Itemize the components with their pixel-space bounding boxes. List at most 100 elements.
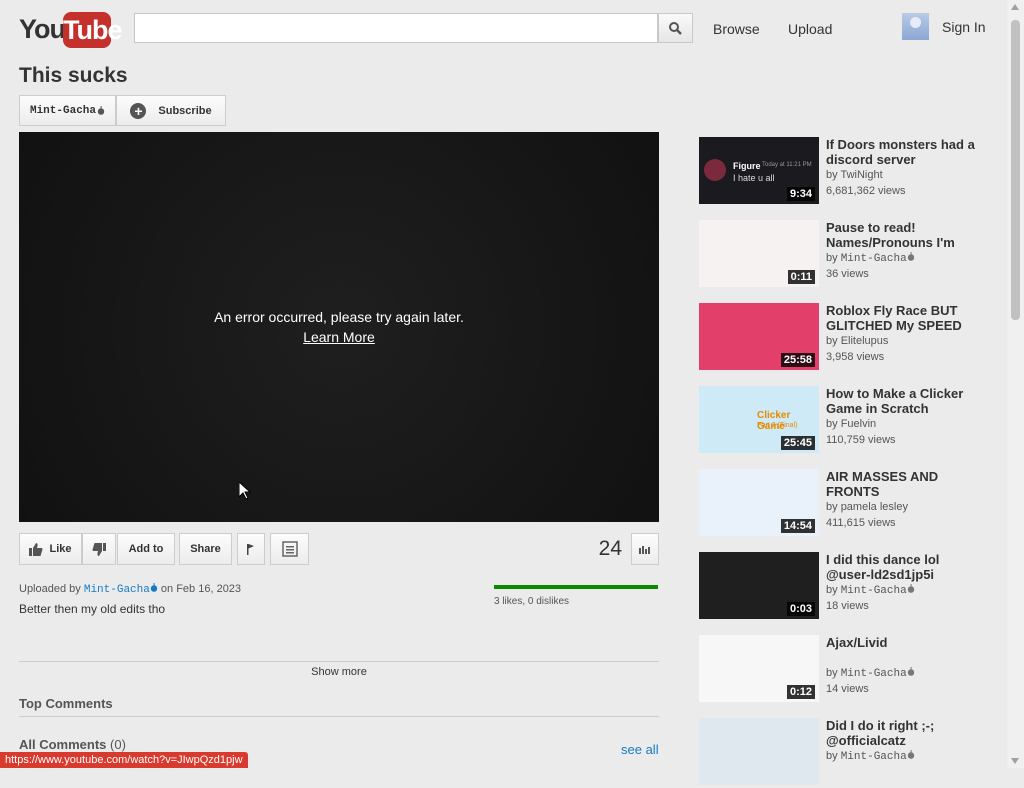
channel-button[interactable]: Mint-Gacha [19, 95, 116, 126]
by-prefix: by [826, 750, 838, 762]
transcript-button[interactable] [270, 533, 309, 565]
sign-in-link[interactable]: Sign In [942, 19, 986, 35]
likes-dislikes-text: 3 likes, 0 dislikes [494, 596, 570, 607]
verified-apple-icon [907, 584, 914, 593]
see-all-link[interactable]: see all [621, 742, 659, 757]
channel-name[interactable]: Mint-Gacha [841, 585, 907, 597]
channel-name[interactable]: Mint-Gacha [841, 751, 907, 763]
by-prefix: by [826, 501, 838, 513]
video-thumbnail[interactable]: Clicker Game Part 2 (Final) 25:45 [699, 386, 819, 453]
page-scrollbar[interactable] [1007, 0, 1024, 768]
by-prefix: by [826, 169, 838, 181]
related-video-channel: by Fuelvin [826, 418, 876, 430]
scroll-up-icon[interactable] [1011, 4, 1019, 10]
search-input[interactable] [135, 14, 657, 42]
verified-apple-icon [97, 106, 105, 115]
video-thumbnail[interactable]: 14:54 [699, 469, 819, 536]
scrollbar-thumb[interactable] [1011, 20, 1020, 320]
comment-count: (0) [110, 737, 126, 752]
video-thumbnail[interactable]: 0:12 [699, 635, 819, 702]
thumbnail-avatar [704, 159, 726, 181]
related-video-title[interactable]: Roblox Fly Race BUT GLITCHED My SPEED [826, 303, 976, 333]
related-video-views: 18 views [826, 600, 869, 612]
related-video-item[interactable]: Figure Today at 11:21 PM I hate u all 9:34 I… [699, 137, 999, 207]
related-video-item[interactable]: 14:54 AIR MASSES AND FRONTS by pamela lesl… [699, 469, 999, 539]
stats-button[interactable] [631, 533, 659, 565]
related-video-title[interactable]: How to Make a Clicker Game in Scratch [826, 386, 976, 416]
channel-name[interactable]: Fuelvin [841, 418, 876, 430]
channel-name[interactable]: Mint-Gacha [841, 668, 907, 680]
related-video-title[interactable]: If Doors monsters had a discord server [826, 137, 976, 167]
video-thumbnail[interactable] [699, 718, 819, 785]
channel-name[interactable]: pamela lesley [841, 501, 908, 513]
search-button[interactable] [658, 13, 693, 43]
related-video-title[interactable]: I did this dance lol @user-ld2sd1jp5i [826, 552, 976, 582]
video-duration: 25:45 [780, 436, 815, 450]
by-prefix: by [826, 667, 838, 679]
related-video-channel: by Mint-Gacha [826, 667, 915, 680]
channel-name[interactable]: Elitelupus [841, 335, 889, 347]
like-label: Like [49, 543, 72, 555]
like-ratio-bar [494, 585, 658, 589]
uploader-link[interactable]: Mint-Gacha [84, 584, 150, 596]
video-duration: 9:34 [786, 187, 815, 201]
video-duration: 0:12 [786, 685, 815, 699]
upload-link[interactable]: Upload [788, 21, 832, 37]
upload-info: Uploaded by Mint-Gacha on Feb 16, 2023 [19, 583, 241, 596]
related-video-item[interactable]: 0:03 I did this dance lol @user-ld2sd1jp5… [699, 552, 999, 622]
related-video-views: 6,681,362 views [826, 185, 906, 197]
logo-you-text: You [19, 14, 66, 44]
search-box[interactable] [134, 13, 658, 43]
flag-button[interactable] [237, 533, 265, 565]
related-video-item[interactable]: 0:12 Ajax/Livid by Mint-Gacha 14 views [699, 635, 999, 705]
verified-apple-icon [907, 750, 914, 759]
dislike-button[interactable] [82, 533, 116, 565]
scroll-down-icon[interactable] [1011, 758, 1019, 764]
uploaded-by-prefix: Uploaded by [19, 583, 81, 595]
related-video-title[interactable]: AIR MASSES AND FRONTS [826, 469, 976, 499]
related-video-item[interactable]: Did I do it right ;-; @officialcatz by Mi… [699, 718, 999, 788]
subscribe-button[interactable]: + Subscribe [116, 95, 226, 126]
learn-more-link[interactable]: Learn More [19, 329, 659, 345]
video-duration: 0:03 [786, 602, 815, 616]
description-fade [19, 615, 659, 663]
related-video-item[interactable]: 0:11 Pause to read! Names/Pronouns I'm by … [699, 220, 999, 290]
video-thumbnail[interactable]: 25:58 [699, 303, 819, 370]
related-video-channel: by Mint-Gacha [826, 252, 915, 265]
by-prefix: by [826, 252, 838, 264]
related-video-views: 3,958 views [826, 351, 885, 363]
related-video-title[interactable]: Pause to read! Names/Pronouns I'm [826, 220, 976, 250]
youtube-logo[interactable]: You Tube [19, 12, 123, 48]
video-duration: 25:58 [780, 353, 815, 367]
show-more-button[interactable]: Show more [19, 666, 659, 678]
all-comments-heading: All Comments (0) [19, 737, 126, 752]
channel-name[interactable]: Mint-Gacha [841, 253, 907, 265]
video-thumbnail[interactable]: 0:11 [699, 220, 819, 287]
video-title: This sucks [19, 64, 128, 87]
related-video-item[interactable]: 25:58 Roblox Fly Race BUT GLITCHED My SPE… [699, 303, 999, 373]
channel-name[interactable]: TwiNight [840, 169, 882, 181]
video-duration: 0:11 [787, 270, 815, 284]
channel-name: Mint-Gacha [29, 104, 96, 117]
related-video-title[interactable]: Did I do it right ;-; @officialcatz [826, 718, 976, 748]
share-button[interactable]: Share [179, 533, 232, 565]
verified-apple-icon [150, 583, 158, 592]
transcript-icon [281, 541, 298, 557]
related-video-item[interactable]: Clicker Game Part 2 (Final) 25:45 How to Ma… [699, 386, 999, 456]
thumbnail-text: Figure [733, 161, 761, 171]
add-to-button[interactable]: Add to [117, 533, 175, 565]
video-thumbnail[interactable]: 0:03 [699, 552, 819, 619]
by-prefix: by [826, 584, 838, 596]
related-video-views: 110,759 views [826, 434, 896, 446]
browse-link[interactable]: Browse [713, 21, 760, 37]
related-video-channel: by Elitelupus [826, 335, 888, 347]
avatar[interactable] [902, 13, 929, 40]
flag-icon [247, 543, 254, 555]
like-button[interactable]: Like [19, 533, 82, 565]
bar-chart-icon [639, 546, 650, 554]
divider [19, 716, 659, 717]
related-video-channel: by pamela lesley [826, 501, 908, 513]
video-thumbnail[interactable]: Figure Today at 11:21 PM I hate u all 9:34 [699, 137, 819, 204]
video-player[interactable]: An error occurred, please try again late… [19, 132, 659, 522]
related-video-title[interactable]: Ajax/Livid [826, 635, 976, 650]
